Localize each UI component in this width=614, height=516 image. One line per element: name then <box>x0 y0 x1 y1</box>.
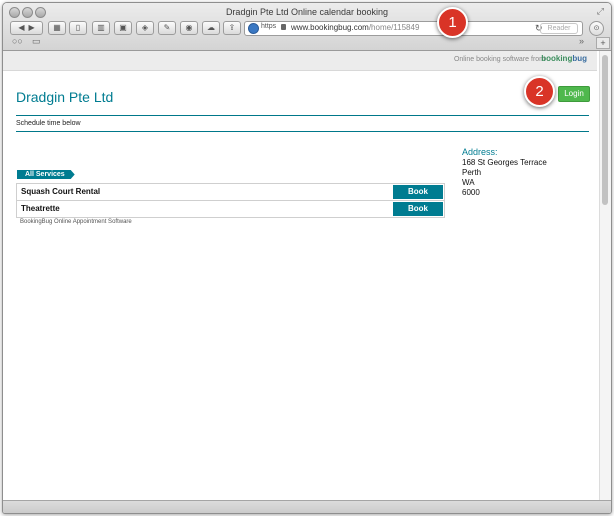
url-path: /home/115849 <box>368 23 420 32</box>
strip-text: Online booking software from <box>453 56 545 63</box>
share-button[interactable]: ⇪ <box>223 21 241 35</box>
back-arrow-icon[interactable]: ◀ <box>18 23 24 32</box>
status-bar <box>3 500 611 513</box>
book-icon: ▯ <box>75 23 81 32</box>
reading-glasses-icon[interactable]: ○○ <box>12 36 23 46</box>
fullscreen-icon[interactable]: ⤢ <box>597 6 604 17</box>
services-table: Squash Court Rental Book Theatrette Book <box>16 183 445 218</box>
globe-icon <box>248 23 259 34</box>
address-line: 168 St Georges Terrace <box>462 158 547 167</box>
extension-icon: ◉ <box>185 23 193 32</box>
address-line: 6000 <box>462 188 480 197</box>
history-button[interactable]: ◈ <box>136 21 154 35</box>
company-name: Dradgin Pte Ltd <box>16 89 114 105</box>
settings-button[interactable]: ✎ <box>158 21 176 35</box>
scrollbar-thumb[interactable] <box>602 55 608 205</box>
cloud-icon: ☁ <box>207 23 215 32</box>
https-label: https <box>261 23 277 30</box>
service-name: Theatrette <box>21 204 60 213</box>
grid-icon: ▦ <box>53 23 61 32</box>
page-icon: ▣ <box>119 23 127 32</box>
header-divider <box>16 115 589 116</box>
logo-prefix: booking <box>541 54 573 63</box>
logo-suffix: bug <box>572 54 587 63</box>
page-button[interactable]: ▣ <box>114 21 132 35</box>
browser-window: Dradgin Pte Ltd Online calendar booking … <box>2 2 612 514</box>
address-label: Address: <box>462 147 498 157</box>
login-button[interactable]: Login <box>558 86 590 102</box>
cloud-button[interactable]: ☁ <box>202 21 220 35</box>
service-name: Squash Court Rental <box>21 187 101 196</box>
address-line: WA <box>462 178 475 187</box>
bookmarks-overflow-button[interactable]: » <box>579 36 584 46</box>
schedule-text: Schedule time below <box>16 120 81 127</box>
history-icon: ◈ <box>141 23 149 32</box>
footer-note[interactable]: BookingBug Online Appointment Software <box>20 219 132 225</box>
reader-button[interactable]: Reader <box>540 23 578 34</box>
book-button[interactable]: Book <box>393 185 443 199</box>
download-icon: ⊙ <box>593 25 600 32</box>
new-tab-button[interactable]: + <box>596 37 610 49</box>
extension-button[interactable]: ◉ <box>180 21 198 35</box>
callout-badge-2: 2 <box>524 76 555 107</box>
schedule-divider <box>16 131 589 132</box>
bookmarks-button[interactable]: ▯ <box>69 21 87 35</box>
vertical-scrollbar[interactable] <box>599 51 611 501</box>
glasses-icon: ▥ <box>97 23 105 32</box>
top-sites-button[interactable]: ▦ <box>48 21 66 35</box>
all-services-tab[interactable]: All Services <box>17 170 75 179</box>
url-text[interactable]: www.bookingbug.com/home/115849 <box>291 22 419 34</box>
reading-list-button[interactable]: ▥ <box>92 21 110 35</box>
title-bar: Dradgin Pte Ltd Online calendar booking … <box>3 3 611 51</box>
open-book-icon[interactable]: ▭ <box>32 36 41 47</box>
address-line: Perth <box>462 168 482 177</box>
share-icon: ⇪ <box>228 23 236 32</box>
service-row: Theatrette Book <box>17 201 444 217</box>
downloads-button[interactable]: ⊙ <box>589 21 604 36</box>
url-host: www.bookingbug.com <box>291 23 369 32</box>
forward-arrow-icon[interactable]: ▶ <box>29 23 35 32</box>
bookingbug-strip: Online booking software from bookingbug <box>3 51 597 71</box>
book-button[interactable]: Book <box>393 202 443 216</box>
lock-icon <box>281 24 286 30</box>
window-title: Dradgin Pte Ltd Online calendar booking <box>225 7 389 17</box>
service-row: Squash Court Rental Book <box>17 184 444 201</box>
back-forward-buttons[interactable]: ◀ ▶ <box>10 21 43 35</box>
bookingbug-logo[interactable]: bookingbug <box>541 54 587 63</box>
wrench-icon: ✎ <box>163 23 171 32</box>
web-page: Online booking software from bookingbug … <box>3 51 597 500</box>
address-bar[interactable]: https www.bookingbug.com/home/115849 ↻ R… <box>244 21 583 36</box>
callout-badge-1: 1 <box>437 7 468 38</box>
